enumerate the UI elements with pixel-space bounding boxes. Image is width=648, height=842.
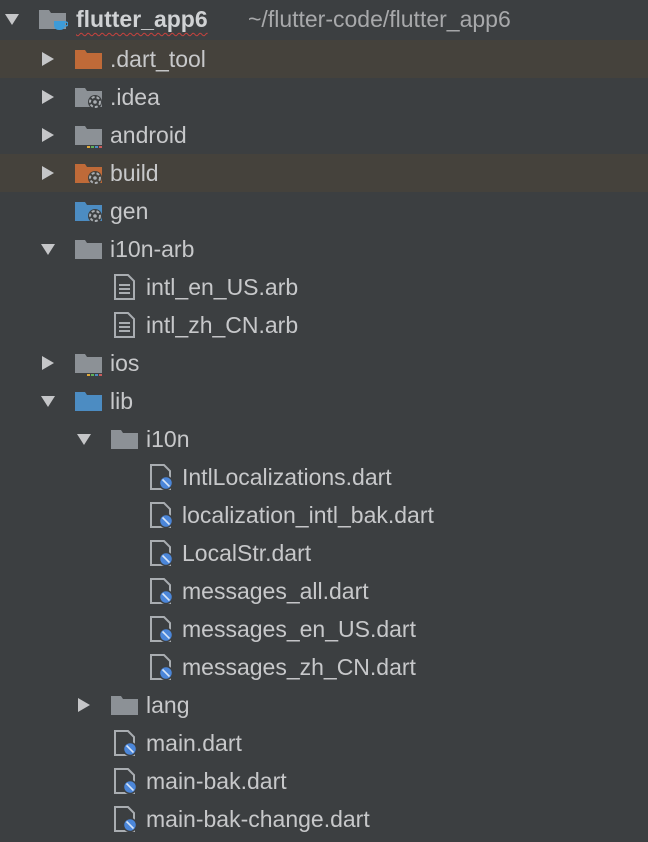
tree-row-messages-en-us-dart[interactable]: messages_en_US.dart <box>0 610 648 648</box>
tree-row-main-bak-dart[interactable]: main-bak.dart <box>0 762 648 800</box>
idea-folder-icon <box>75 88 102 109</box>
folder-icon <box>111 696 138 715</box>
dart-file-icon <box>150 502 174 528</box>
tree-row-ios[interactable]: ios <box>0 344 648 382</box>
tree-row-lib[interactable]: lib <box>0 382 648 420</box>
tree-row-root[interactable]: flutter_app6 ~/flutter-code/flutter_app6 <box>0 0 648 38</box>
collapsed-arrow-icon[interactable] <box>40 127 56 143</box>
tree-row-i10n[interactable]: i10n <box>0 420 648 458</box>
expanded-arrow-icon[interactable] <box>4 11 20 27</box>
tree-item-label: messages_all.dart <box>182 578 369 604</box>
tree-item-label: messages_en_US.dart <box>182 616 416 642</box>
excluded-folder-icon <box>75 50 102 69</box>
tree-row-localization-intl-bak-dart[interactable]: localization_intl_bak.dart <box>0 496 648 534</box>
expanded-arrow-icon[interactable] <box>76 431 92 447</box>
tree-item-label: IntlLocalizations.dart <box>182 464 392 490</box>
dart-file-icon <box>114 768 138 794</box>
text-file-icon <box>114 274 135 300</box>
tree-item-label: messages_zh_CN.dart <box>182 654 416 680</box>
dart-file-icon <box>150 616 174 642</box>
tree-item-label: intl_zh_CN.arb <box>146 312 299 338</box>
tree-row-main-dart[interactable]: main.dart <box>0 724 648 762</box>
tree-row-messages-all-dart[interactable]: messages_all.dart <box>0 572 648 610</box>
android-folder-icon <box>75 126 102 148</box>
dart-file-icon <box>114 730 138 756</box>
tree-item-label: .idea <box>110 84 160 110</box>
tree-row-i10n-arb[interactable]: i10n-arb <box>0 230 648 268</box>
tree-row-intl-en-us-arb[interactable]: intl_en_US.arb <box>0 268 648 306</box>
folder-icon <box>111 430 138 449</box>
tree-item-label: LocalStr.dart <box>182 540 312 566</box>
tree-item-label: main-bak-change.dart <box>146 806 370 832</box>
dart-file-icon <box>150 540 174 566</box>
text-file-icon <box>114 312 135 338</box>
tree-row-lang[interactable]: lang <box>0 686 648 724</box>
collapsed-arrow-icon[interactable] <box>40 355 56 371</box>
collapsed-arrow-icon[interactable] <box>40 51 56 67</box>
folder-icon <box>75 240 102 259</box>
tree-item-label: main-bak.dart <box>146 768 287 794</box>
tree-item-label: main.dart <box>146 730 242 756</box>
tree-item-label: lib <box>110 388 134 414</box>
ios-folder-icon <box>75 354 102 376</box>
collapsed-arrow-icon[interactable] <box>76 697 92 713</box>
tree-row-messages-zh-cn-dart[interactable]: messages_zh_CN.dart <box>0 648 648 686</box>
dart-file-icon <box>150 578 174 604</box>
tree-row-build[interactable]: build <box>0 154 648 192</box>
tree-row-gen[interactable]: gen <box>0 192 648 230</box>
module-folder-icon <box>39 10 68 30</box>
tree-item-label: intl_en_US.arb <box>146 274 299 300</box>
tree-item-label: ios <box>110 350 140 376</box>
project-tree: flutter_app6 ~/flutter-code/flutter_app6… <box>0 0 648 842</box>
project-name: flutter_app6 <box>76 6 208 32</box>
tree-item-label: android <box>110 122 187 148</box>
dart-file-icon <box>150 464 174 490</box>
expanded-arrow-icon[interactable] <box>40 241 56 257</box>
generated-folder-icon <box>75 202 102 223</box>
tree-row-android[interactable]: android <box>0 116 648 154</box>
tree-item-label: lang <box>146 692 190 718</box>
source-folder-icon <box>75 392 102 411</box>
dart-file-icon <box>150 654 174 680</box>
project-path: ~/flutter-code/flutter_app6 <box>248 6 511 32</box>
collapsed-arrow-icon[interactable] <box>40 89 56 105</box>
tree-row-intllocalizations-dart[interactable]: IntlLocalizations.dart <box>0 458 648 496</box>
tree-row-intl-zh-cn-arb[interactable]: intl_zh_CN.arb <box>0 306 648 344</box>
tree-item-label: localization_intl_bak.dart <box>182 502 434 528</box>
tree-row-main-bak-change-dart[interactable]: main-bak-change.dart <box>0 800 648 838</box>
tree-row-idea[interactable]: .idea <box>0 78 648 116</box>
tree-item-label: i10n <box>146 426 190 452</box>
tree-item-label: gen <box>110 198 149 224</box>
expanded-arrow-icon[interactable] <box>40 393 56 409</box>
tree-row-dart-tool[interactable]: .dart_tool <box>0 40 648 78</box>
dart-file-icon <box>114 806 138 832</box>
tree-item-label: .dart_tool <box>110 46 206 72</box>
tree-item-label: build <box>110 160 159 186</box>
tree-item-label: i10n-arb <box>110 236 195 262</box>
collapsed-arrow-icon[interactable] <box>40 165 56 181</box>
tree-row-localstr-dart[interactable]: LocalStr.dart <box>0 534 648 572</box>
excluded-gear-folder-icon <box>75 164 102 185</box>
